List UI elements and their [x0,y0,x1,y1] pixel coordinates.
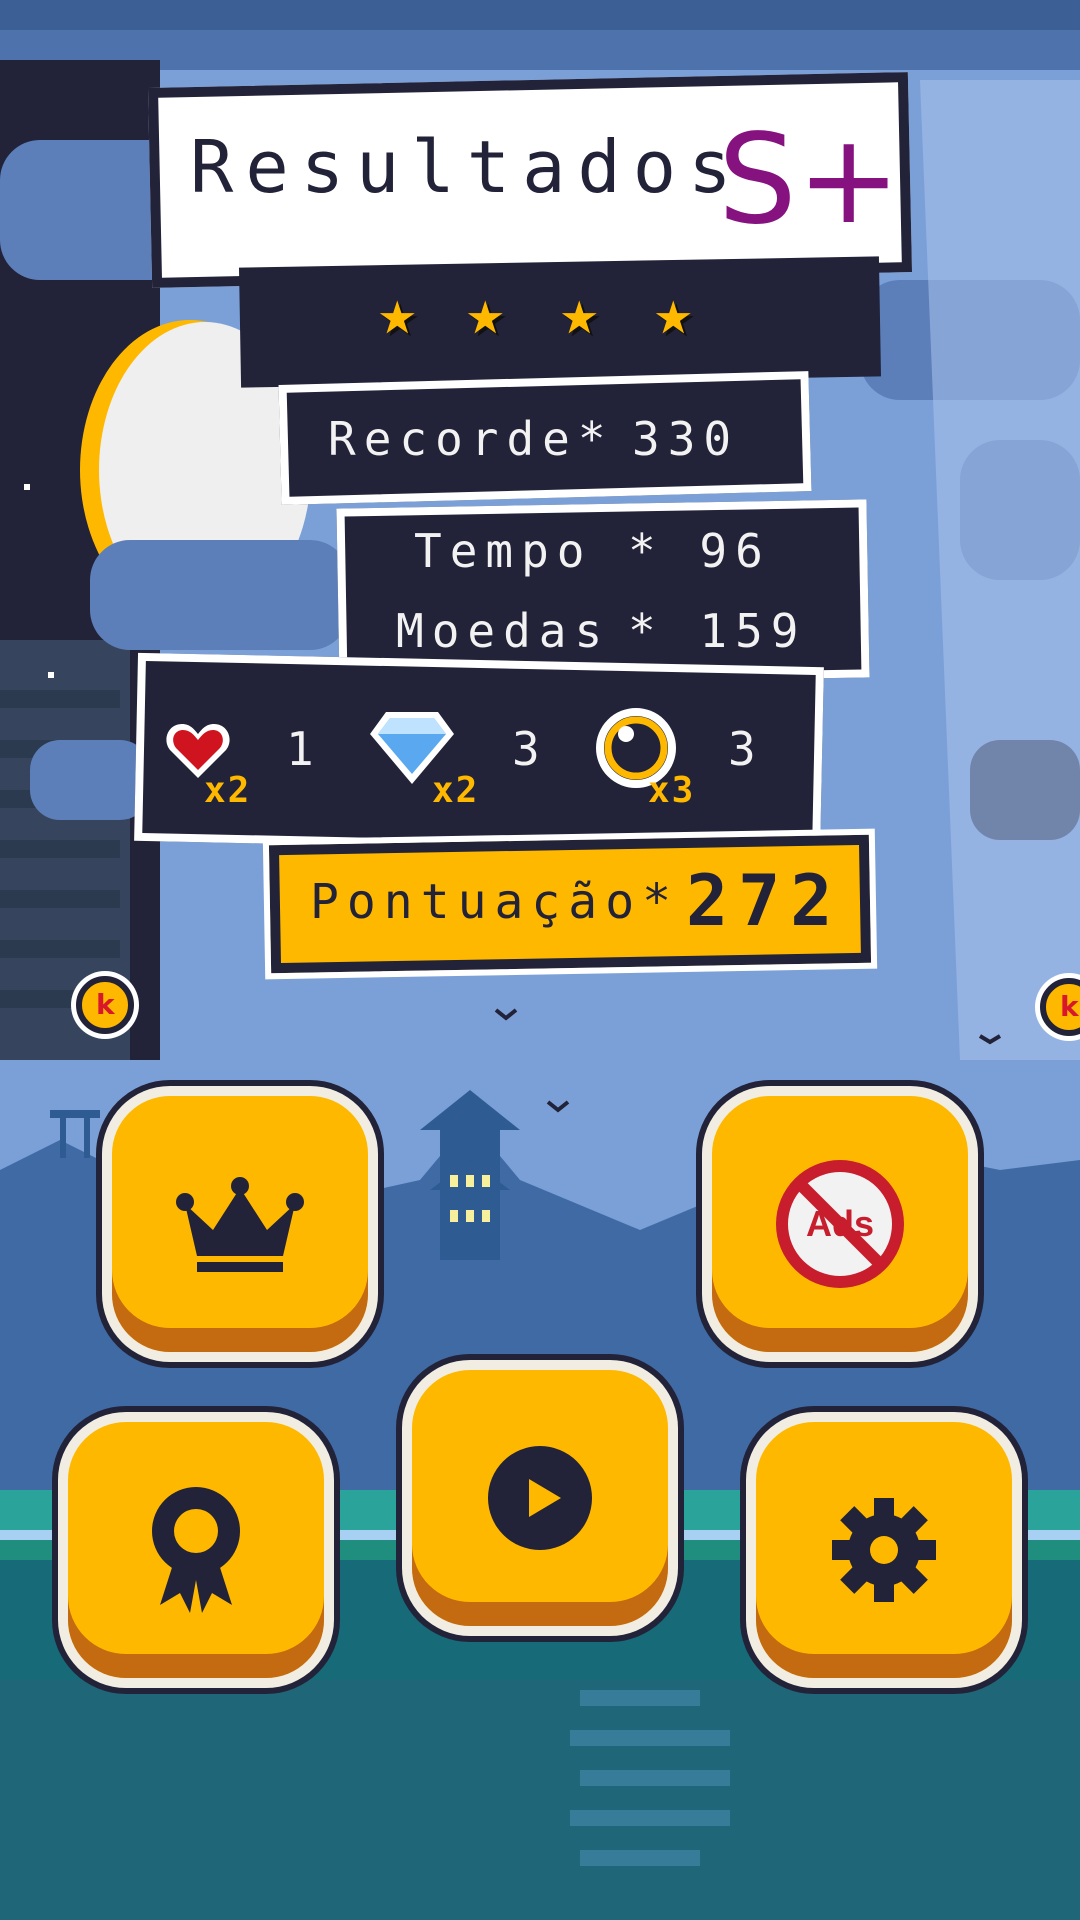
star-icon: ★ [560,276,599,350]
play-button[interactable] [412,1370,668,1626]
results-title: Resultados [190,125,744,209]
no-ads-icon: Ads [776,1160,904,1288]
record-label: Recorde* [328,412,614,466]
no-ads-label: Ads [806,1203,874,1244]
crown-icon [176,1177,304,1272]
star-icon: ★ [654,276,693,350]
diamond-count: 3 [512,722,548,776]
coin-icon: k [76,976,134,1034]
ring-multiplier: x3 [648,770,696,811]
items-panel [134,652,824,856]
score-label: Pontuação* [310,874,679,930]
achievements-button[interactable] [68,1422,324,1678]
play-icon [488,1446,592,1550]
heart-count: 1 [286,722,322,776]
time-label: Tempo [414,524,593,578]
diamond-multiplier: x2 [432,770,480,811]
grade-label: S+ [718,108,901,252]
star-icon: ★ [466,276,505,350]
ring-count: 3 [728,722,764,776]
gear-icon [832,1498,936,1602]
score-value: 272 [686,860,843,942]
remove-ads-button[interactable]: Ads [712,1096,968,1352]
coins-label: Moedas [396,604,611,658]
record-value: 330 [632,412,740,466]
coins-value: * 159 [628,604,807,658]
heart-multiplier: x2 [204,770,252,811]
star-icon: ★ [378,276,417,350]
time-value: * 96 [628,524,771,578]
settings-button[interactable] [756,1422,1012,1678]
leaderboard-button[interactable] [112,1096,368,1352]
ribbon-icon [152,1487,240,1613]
